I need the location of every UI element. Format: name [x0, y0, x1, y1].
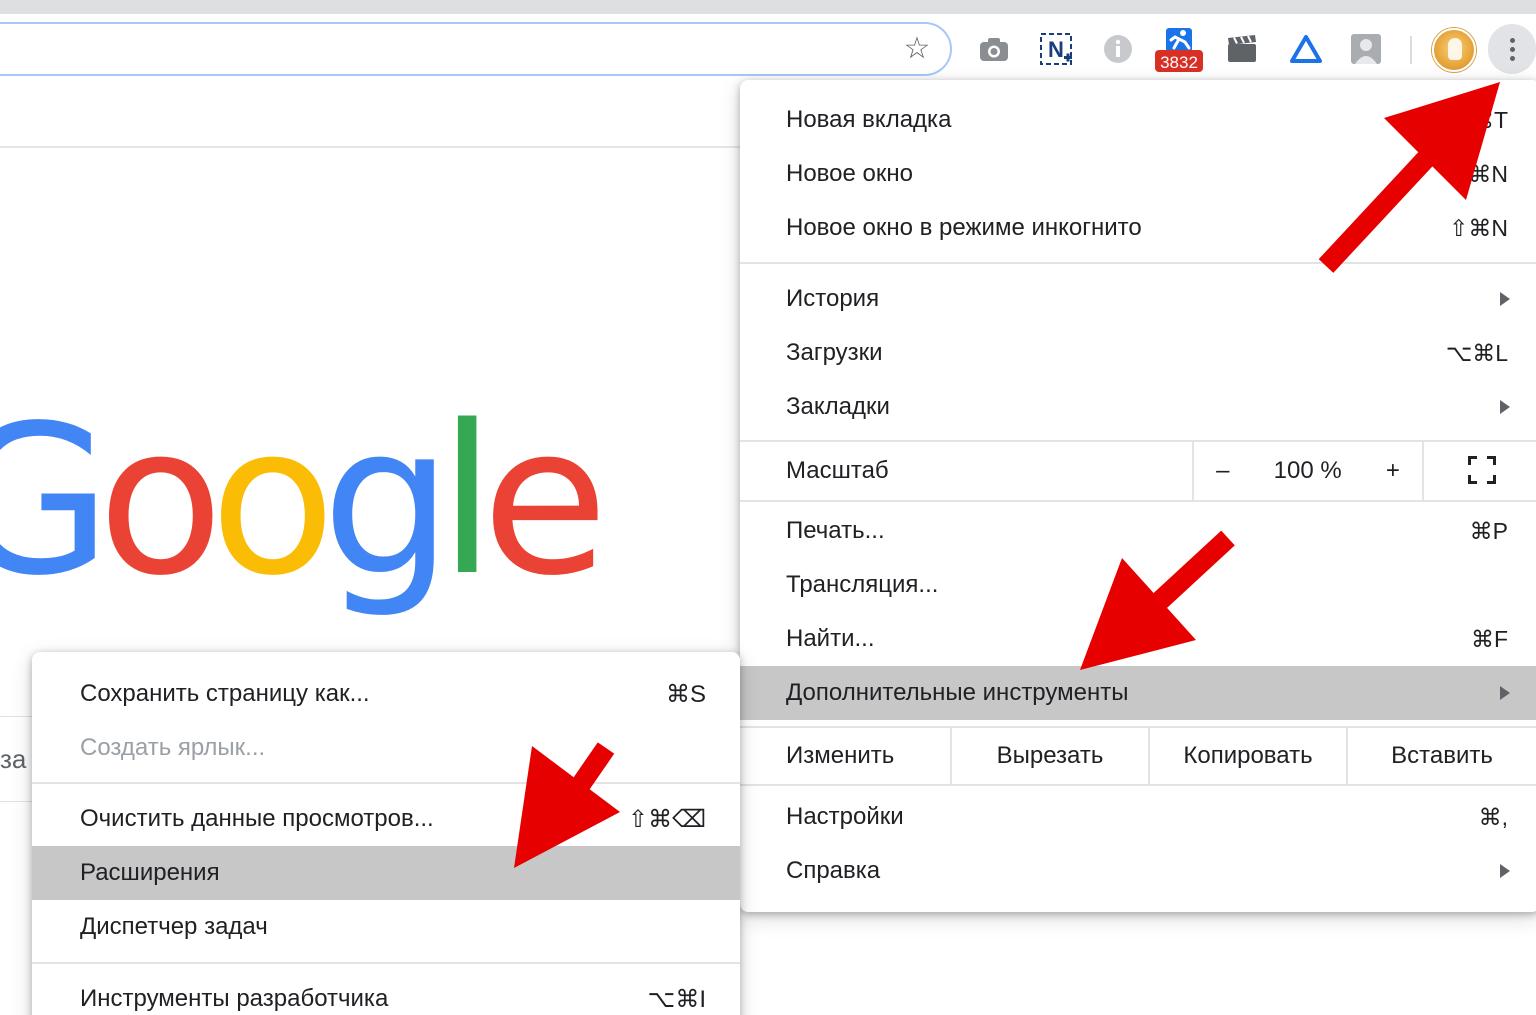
- menu-item-shortcut: ⌘T: [1470, 106, 1508, 133]
- menu-divider: [740, 262, 1536, 264]
- menu-item-label: Новая вкладка: [786, 106, 952, 133]
- browser-main-menu: Новая вкладка ⌘T Новое окно ⌘N Новое окн…: [740, 80, 1536, 912]
- submenu-arrow-icon: [1500, 686, 1510, 700]
- zoom-out-button[interactable]: –: [1216, 457, 1229, 485]
- copy-button[interactable]: Копировать: [1148, 728, 1346, 784]
- menu-item-label: Новое окно в режиме инкогнито: [786, 214, 1142, 241]
- google-logo: Google: [0, 381, 609, 621]
- submenu-arrow-icon: [1500, 292, 1510, 306]
- zoom-level: 100 %: [1273, 457, 1342, 484]
- camera-extension-icon[interactable]: [976, 30, 1012, 68]
- menu-item-label: Трансляция...: [786, 571, 939, 598]
- logo-letter: o: [97, 381, 224, 621]
- triangle-extension-icon[interactable]: [1288, 30, 1324, 68]
- menu-item-print[interactable]: Печать... ⌘P: [740, 504, 1536, 558]
- menu-item-label: Печать...: [786, 517, 885, 544]
- window-top-strip: [0, 0, 1536, 14]
- submenu-item-task-manager[interactable]: Диспетчер задач: [32, 900, 740, 954]
- menu-item-shortcut: ⇧⌘N: [1449, 214, 1508, 241]
- svg-text:N: N: [1048, 37, 1064, 62]
- menu-item-new-window[interactable]: Новое окно ⌘N: [740, 147, 1536, 201]
- menu-item-shortcut: ⌘,: [1478, 803, 1508, 830]
- menu-item-label: Создать ярлык...: [80, 734, 266, 761]
- menu-item-label: Закладки: [786, 393, 890, 420]
- menu-item-label: История: [786, 285, 880, 312]
- logo-letter: l: [438, 381, 496, 621]
- submenu-item-clear-browsing-data[interactable]: Очистить данные просмотров... ⇧⌘⌫: [32, 792, 740, 846]
- menu-item-more-tools[interactable]: Дополнительные инструменты: [740, 666, 1536, 720]
- logo-letter: g: [321, 381, 453, 621]
- menu-item-downloads[interactable]: Загрузки ⌥⌘L: [740, 326, 1536, 380]
- profile-avatar[interactable]: [1432, 28, 1476, 72]
- submenu-item-extensions[interactable]: Расширения: [32, 846, 740, 900]
- edit-row: Изменить Вырезать Копировать Вставить: [740, 728, 1536, 784]
- menu-item-bookmarks[interactable]: Закладки: [740, 380, 1536, 434]
- running-extension-icon[interactable]: 3832: [1154, 26, 1204, 74]
- logo-letter: G: [0, 381, 112, 621]
- paste-button[interactable]: Вставить: [1346, 728, 1536, 784]
- menu-item-incognito[interactable]: Новое окно в режиме инкогнито ⇧⌘N: [740, 201, 1536, 255]
- menu-item-shortcut: ⌥⌘L: [1445, 339, 1508, 366]
- more-tools-submenu: Сохранить страницу как... ⌘S Создать ярл…: [32, 652, 740, 1015]
- n-extension-icon[interactable]: N: [1038, 30, 1074, 68]
- menu-item-shortcut: ⌥⌘I: [647, 985, 706, 1013]
- address-bar[interactable]: [0, 22, 952, 76]
- menu-item-cast[interactable]: Трансляция...: [740, 558, 1536, 612]
- menu-item-label: Очистить данные просмотров...: [80, 805, 434, 832]
- info-extension-icon[interactable]: [1100, 30, 1136, 68]
- zoom-controls: – 100 % +: [1192, 442, 1424, 500]
- menu-item-label: Дополнительные инструменты: [786, 679, 1129, 706]
- menu-divider: [32, 782, 740, 784]
- menu-item-label: Загрузки: [786, 339, 883, 366]
- menu-item-find[interactable]: Найти... ⌘F: [740, 612, 1536, 666]
- extension-badge: 3832: [1160, 53, 1198, 72]
- fullscreen-icon[interactable]: [1468, 456, 1496, 484]
- page-header-divider: [0, 146, 740, 148]
- menu-item-shortcut: ⌘F: [1470, 625, 1508, 652]
- menu-item-label: Найти...: [786, 625, 875, 652]
- menu-divider: [740, 500, 1536, 502]
- bookmark-star-icon[interactable]: ☆: [900, 32, 934, 66]
- profile-photo-extension-icon[interactable]: [1348, 30, 1384, 68]
- search-partial-text: за: [0, 744, 27, 774]
- menu-item-settings[interactable]: Настройки ⌘,: [740, 790, 1536, 844]
- cut-button[interactable]: Вырезать: [950, 728, 1148, 784]
- clapperboard-extension-icon[interactable]: [1224, 30, 1260, 68]
- edit-label: Изменить: [786, 742, 895, 769]
- logo-letter: e: [481, 381, 609, 621]
- menu-item-shortcut: ⌘P: [1469, 517, 1508, 544]
- menu-item-label: Новое окно: [786, 160, 913, 187]
- menu-divider: [32, 962, 740, 964]
- menu-item-label: Справка: [786, 857, 881, 884]
- submenu-item-developer-tools[interactable]: Инструменты разработчика ⌥⌘I: [32, 972, 740, 1015]
- menu-item-label: Расширения: [80, 859, 220, 886]
- toolbar-separator: [1410, 36, 1412, 64]
- menu-item-shortcut: ⌘N: [1468, 160, 1508, 187]
- zoom-in-button[interactable]: +: [1386, 457, 1400, 485]
- browser-menu-button[interactable]: [1488, 24, 1536, 74]
- menu-item-label: Настройки: [786, 803, 904, 830]
- menu-item-label: Диспетчер задач: [80, 913, 268, 940]
- menu-item-label: Инструменты разработчика: [80, 985, 389, 1012]
- submenu-item-create-shortcut: Создать ярлык...: [32, 721, 740, 775]
- menu-item-shortcut: ⌘S: [665, 680, 706, 708]
- menu-item-new-tab[interactable]: Новая вкладка ⌘T: [740, 93, 1536, 147]
- menu-item-help[interactable]: Справка: [740, 844, 1536, 898]
- menu-item-history[interactable]: История: [740, 272, 1536, 326]
- zoom-row: Масштаб – 100 % +: [740, 442, 1536, 500]
- menu-item-shortcut: ⇧⌘⌫: [627, 805, 706, 833]
- submenu-item-save-page[interactable]: Сохранить страницу как... ⌘S: [32, 667, 740, 721]
- logo-letter: o: [209, 381, 336, 621]
- submenu-arrow-icon: [1500, 400, 1510, 414]
- menu-divider: [740, 784, 1536, 786]
- menu-item-label: Сохранить страницу как...: [80, 680, 370, 707]
- submenu-arrow-icon: [1500, 864, 1510, 878]
- zoom-label: Масштаб: [786, 457, 889, 484]
